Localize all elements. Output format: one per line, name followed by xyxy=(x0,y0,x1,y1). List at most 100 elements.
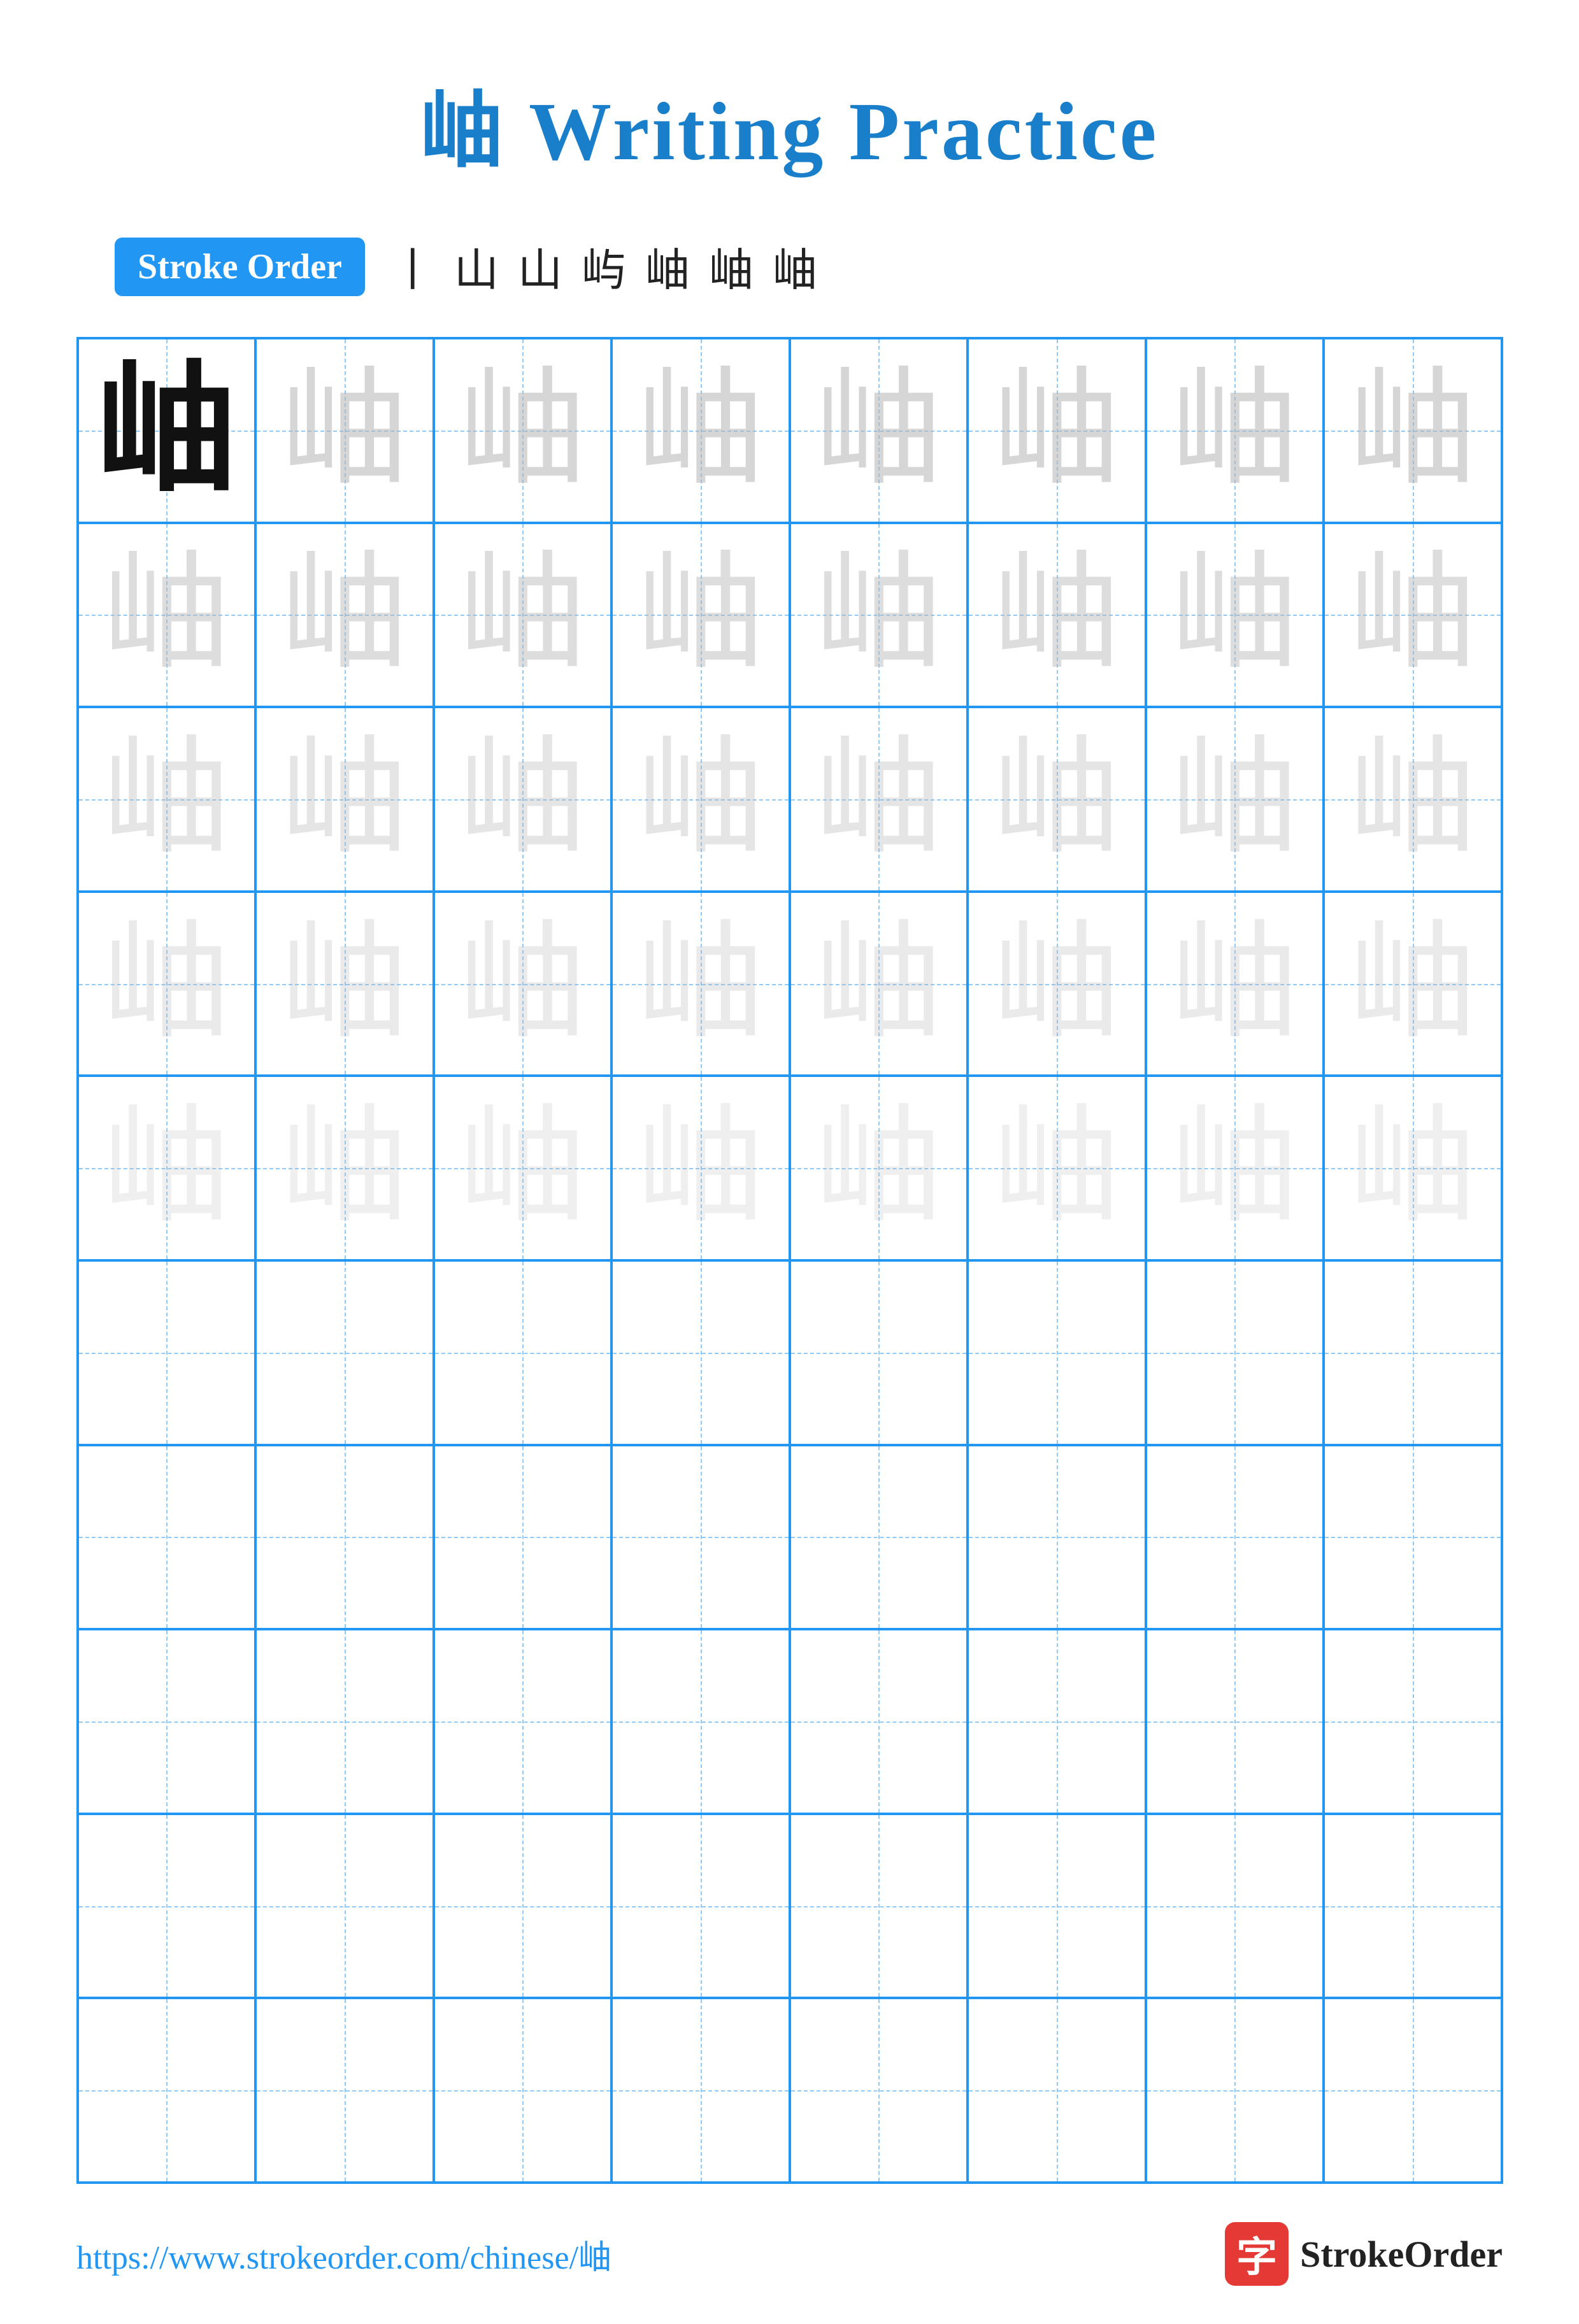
page: 岫 Writing Practice Stroke Order 丨 山 山 屿 … xyxy=(0,0,1579,2324)
grid-cell-r3c1[interactable]: 岫 xyxy=(78,707,256,892)
grid-cell-r2c5[interactable]: 岫 xyxy=(790,523,968,708)
grid-cell-r7c5[interactable] xyxy=(790,1445,968,1630)
grid-cell-r3c2[interactable]: 岫 xyxy=(255,707,434,892)
grid-cell-r9c1[interactable] xyxy=(78,1814,256,1999)
grid-cell-r2c2[interactable]: 岫 xyxy=(255,523,434,708)
char-trace: 岫 xyxy=(459,736,586,863)
grid-cell-r10c6[interactable] xyxy=(968,1998,1146,2183)
grid-cell-r3c6[interactable]: 岫 xyxy=(968,707,1146,892)
grid-cell-r8c6[interactable] xyxy=(968,1629,1146,1814)
grid-cell-r5c3[interactable]: 岫 xyxy=(434,1076,612,1260)
grid-cell-r7c2[interactable] xyxy=(255,1445,434,1630)
grid-cell-r9c5[interactable] xyxy=(790,1814,968,1999)
grid-cell-r7c8[interactable] xyxy=(1324,1445,1502,1630)
grid-cell-r8c7[interactable] xyxy=(1146,1629,1324,1814)
grid-cell-r10c8[interactable] xyxy=(1324,1998,1502,2183)
grid-cell-r1c2[interactable]: 岫 xyxy=(255,338,434,523)
grid-cell-r4c1[interactable]: 岫 xyxy=(78,892,256,1076)
grid-cell-r2c7[interactable]: 岫 xyxy=(1146,523,1324,708)
brand-icon: 字 xyxy=(1225,2222,1289,2286)
grid-cell-r7c6[interactable] xyxy=(968,1445,1146,1630)
grid-cell-r2c3[interactable]: 岫 xyxy=(434,523,612,708)
grid-cell-r10c1[interactable] xyxy=(78,1998,256,2183)
char-trace: 岫 xyxy=(281,551,408,678)
grid-cell-r9c2[interactable] xyxy=(255,1814,434,1999)
grid-cell-r9c7[interactable] xyxy=(1146,1814,1324,1999)
grid-cell-r2c1[interactable]: 岫 xyxy=(78,523,256,708)
grid-cell-r10c4[interactable] xyxy=(611,1998,790,2183)
grid-cell-r6c4[interactable] xyxy=(611,1260,790,1445)
char-trace: 岫 xyxy=(815,551,942,678)
grid-cell-r1c3[interactable]: 岫 xyxy=(434,338,612,523)
grid-cell-r3c8[interactable]: 岫 xyxy=(1324,707,1502,892)
grid-cell-r10c7[interactable] xyxy=(1146,1998,1324,2183)
stroke-seq-7: 岫 xyxy=(773,234,817,299)
grid-cell-r7c4[interactable] xyxy=(611,1445,790,1630)
grid-cell-r4c4[interactable]: 岫 xyxy=(611,892,790,1076)
char-trace: 岫 xyxy=(1171,367,1298,494)
grid-cell-r3c3[interactable]: 岫 xyxy=(434,707,612,892)
grid-cell-r7c3[interactable] xyxy=(434,1445,612,1630)
grid-cell-r9c4[interactable] xyxy=(611,1814,790,1999)
grid-cell-r8c2[interactable] xyxy=(255,1629,434,1814)
char-trace: 岫 xyxy=(281,920,408,1048)
grid-cell-r1c7[interactable]: 岫 xyxy=(1146,338,1324,523)
char-trace: 岫 xyxy=(993,920,1120,1048)
grid-cell-r5c8[interactable]: 岫 xyxy=(1324,1076,1502,1260)
grid-cell-r10c5[interactable] xyxy=(790,1998,968,2183)
grid-cell-r5c4[interactable]: 岫 xyxy=(611,1076,790,1260)
char-trace: 岫 xyxy=(103,1104,230,1232)
practice-grid: 岫 岫 岫 岫 岫 岫 岫 岫 岫 岫 岫 xyxy=(76,337,1503,2184)
grid-cell-r6c3[interactable] xyxy=(434,1260,612,1445)
grid-cell-r8c4[interactable] xyxy=(611,1629,790,1814)
grid-cell-r9c6[interactable] xyxy=(968,1814,1146,1999)
grid-cell-r5c5[interactable]: 岫 xyxy=(790,1076,968,1260)
grid-cell-r3c5[interactable]: 岫 xyxy=(790,707,968,892)
grid-cell-r1c8[interactable]: 岫 xyxy=(1324,338,1502,523)
char-trace: 岫 xyxy=(637,551,764,678)
char-trace: 岫 xyxy=(103,920,230,1048)
char-trace: 岫 xyxy=(459,920,586,1048)
char-trace: 岫 xyxy=(1171,736,1298,863)
grid-cell-r6c6[interactable] xyxy=(968,1260,1146,1445)
grid-cell-r8c5[interactable] xyxy=(790,1629,968,1814)
grid-cell-r1c6[interactable]: 岫 xyxy=(968,338,1146,523)
grid-cell-r5c2[interactable]: 岫 xyxy=(255,1076,434,1260)
grid-cell-r8c3[interactable] xyxy=(434,1629,612,1814)
page-title: 岫 Writing Practice xyxy=(420,64,1159,183)
grid-cell-r5c1[interactable]: 岫 xyxy=(78,1076,256,1260)
stroke-seq-6: 岫 xyxy=(709,234,754,299)
grid-cell-r6c1[interactable] xyxy=(78,1260,256,1445)
stroke-seq-2: 山 xyxy=(454,234,499,299)
grid-cell-r3c7[interactable]: 岫 xyxy=(1146,707,1324,892)
grid-cell-r5c7[interactable]: 岫 xyxy=(1146,1076,1324,1260)
grid-cell-r4c8[interactable]: 岫 xyxy=(1324,892,1502,1076)
grid-cell-r6c8[interactable] xyxy=(1324,1260,1502,1445)
grid-cell-r10c2[interactable] xyxy=(255,1998,434,2183)
grid-cell-r4c6[interactable]: 岫 xyxy=(968,892,1146,1076)
grid-cell-r8c8[interactable] xyxy=(1324,1629,1502,1814)
grid-cell-r2c4[interactable]: 岫 xyxy=(611,523,790,708)
grid-cell-r6c7[interactable] xyxy=(1146,1260,1324,1445)
grid-cell-r7c7[interactable] xyxy=(1146,1445,1324,1630)
grid-cell-r5c6[interactable]: 岫 xyxy=(968,1076,1146,1260)
grid-cell-r6c2[interactable] xyxy=(255,1260,434,1445)
grid-cell-r7c1[interactable] xyxy=(78,1445,256,1630)
grid-cell-r1c1[interactable]: 岫 xyxy=(78,338,256,523)
grid-cell-r1c4[interactable]: 岫 xyxy=(611,338,790,523)
grid-cell-r6c5[interactable] xyxy=(790,1260,968,1445)
footer-url[interactable]: https://www.strokeorder.com/chinese/岫 xyxy=(76,2230,611,2278)
grid-cell-r1c5[interactable]: 岫 xyxy=(790,338,968,523)
grid-cell-r4c3[interactable]: 岫 xyxy=(434,892,612,1076)
grid-cell-r3c4[interactable]: 岫 xyxy=(611,707,790,892)
grid-cell-r2c8[interactable]: 岫 xyxy=(1324,523,1502,708)
grid-cell-r4c7[interactable]: 岫 xyxy=(1146,892,1324,1076)
grid-cell-r9c3[interactable] xyxy=(434,1814,612,1999)
grid-cell-r8c1[interactable] xyxy=(78,1629,256,1814)
grid-cell-r4c5[interactable]: 岫 xyxy=(790,892,968,1076)
grid-cell-r4c2[interactable]: 岫 xyxy=(255,892,434,1076)
grid-cell-r2c6[interactable]: 岫 xyxy=(968,523,1146,708)
char-trace: 岫 xyxy=(1171,551,1298,678)
grid-cell-r9c8[interactable] xyxy=(1324,1814,1502,1999)
grid-cell-r10c3[interactable] xyxy=(434,1998,612,2183)
